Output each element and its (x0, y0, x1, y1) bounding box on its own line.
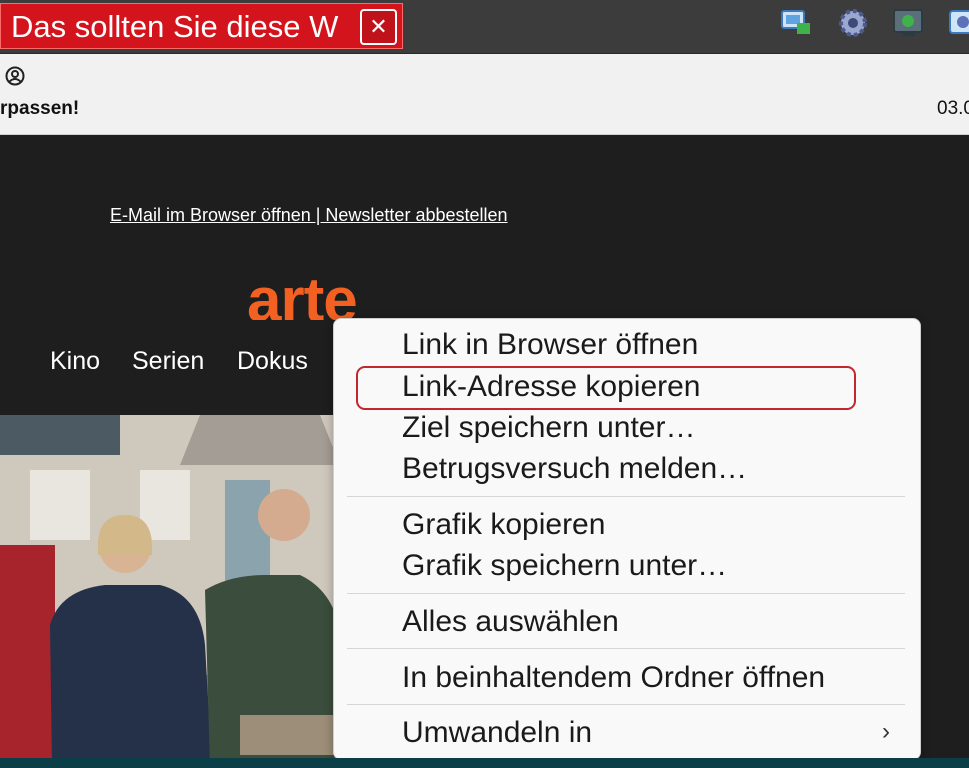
alert-banner: Das sollten Sie diese W ✕ (0, 3, 403, 49)
alert-text: Das sollten Sie diese W (11, 9, 339, 44)
menu-item-save-image[interactable]: Grafik speichern unter… (402, 548, 727, 584)
menu-item-select-all[interactable]: Alles auswählen (402, 604, 619, 640)
menu-separator (347, 648, 905, 649)
newsletter-links[interactable]: E-Mail im Browser öffnen | Newsletter ab… (110, 205, 508, 226)
user-icon[interactable] (5, 66, 25, 86)
menu-separator (347, 704, 905, 705)
nav-kino[interactable]: Kino (50, 347, 100, 376)
gear-icon[interactable] (835, 5, 871, 41)
chevron-right-icon: › (882, 718, 890, 745)
menu-item-copy-image[interactable]: Grafik kopieren (402, 507, 605, 543)
context-menu: Link in Browser öffnen Link-Adresse kopi… (333, 318, 921, 760)
menu-item-report-phishing[interactable]: Betrugsversuch melden… (402, 451, 747, 487)
network-icon[interactable] (779, 5, 815, 41)
bottom-strip (0, 758, 969, 768)
mail-date: 03.0 (937, 98, 969, 119)
nav-serien[interactable]: Serien (132, 347, 204, 376)
menu-separator (347, 496, 905, 497)
monitor-icon[interactable] (891, 5, 927, 41)
menu-item-open-in-browser[interactable]: Link in Browser öffnen (402, 327, 698, 363)
menu-item-convert-to[interactable]: Umwandeln in (402, 715, 592, 751)
menu-separator (347, 593, 905, 594)
alert-close-button[interactable]: ✕ (360, 9, 397, 45)
arte-logo[interactable]: arte (247, 270, 357, 320)
mail-subject: rpassen! (0, 98, 80, 119)
nav-dokus[interactable]: Dokus (237, 347, 308, 376)
mail-header-bar (0, 54, 969, 135)
menu-item-open-containing-folder[interactable]: In beinhaltendem Ordner öffnen (402, 660, 825, 696)
menu-item-copy-link[interactable]: Link-Adresse kopieren (402, 369, 701, 405)
hero-image[interactable] (0, 415, 340, 768)
taskbar: Das sollten Sie diese W ✕ (0, 0, 969, 54)
menu-item-save-target[interactable]: Ziel speichern unter… (402, 410, 695, 446)
gear-icon[interactable] (947, 5, 969, 41)
